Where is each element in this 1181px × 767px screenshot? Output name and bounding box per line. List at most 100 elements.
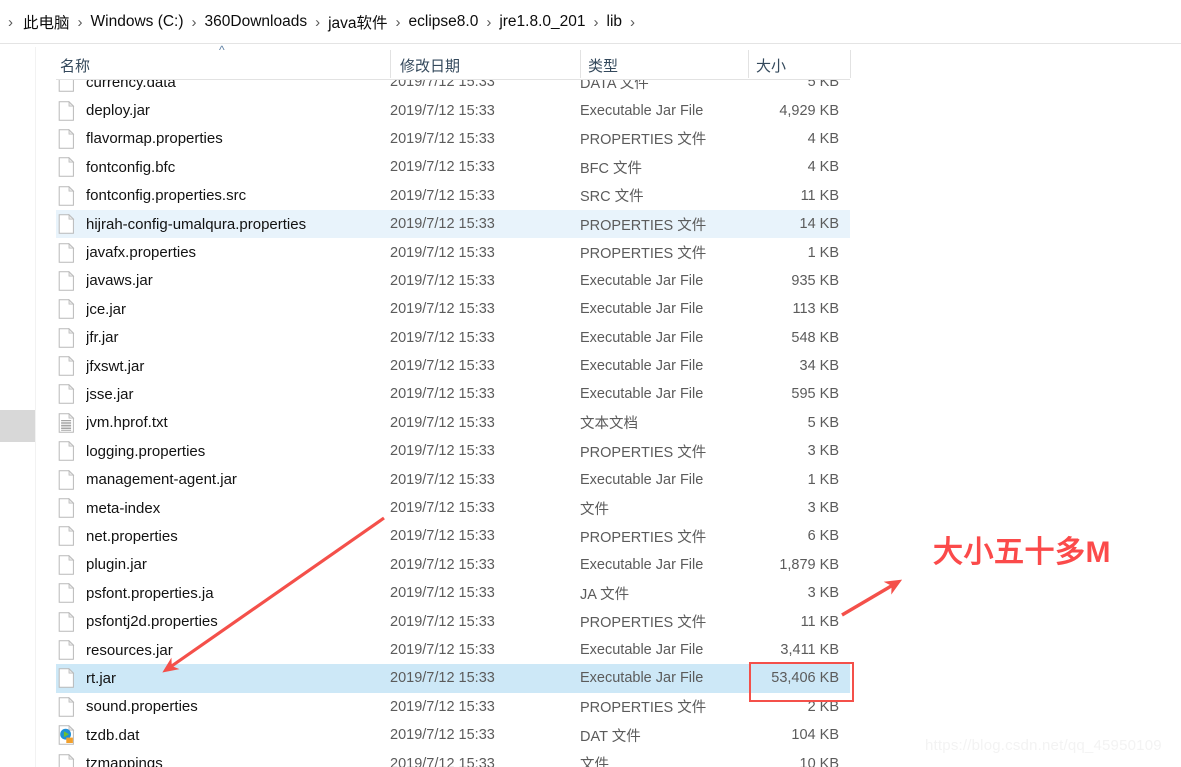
file-icon-cell (56, 611, 86, 632)
file-list[interactable]: currency.data 2019/7/12 15:33 DATA 文件 5 KB d… (0, 80, 1181, 767)
blank-file-icon (58, 157, 75, 178)
breadcrumb-divider (0, 43, 1181, 44)
blank-file-icon (58, 100, 75, 121)
file-modified-date: 2019/7/12 15:33 (390, 556, 495, 573)
file-modified-date: 2019/7/12 15:33 (390, 159, 495, 176)
file-type: 文件 (580, 757, 609, 767)
breadcrumb-item-1[interactable]: Windows (C:) (90, 11, 185, 33)
file-row[interactable]: plugin.jar 2019/7/12 15:33 Executable Jar … (56, 551, 850, 579)
file-row[interactable]: sound.properties 2019/7/12 15:33 PROPERTIE… (56, 693, 850, 721)
breadcrumb-item-4[interactable]: eclipse8.0 (408, 11, 480, 33)
breadcrumb-item-0[interactable]: 此电脑 (22, 9, 71, 35)
file-type: Executable Jar File (580, 556, 704, 573)
breadcrumb-separator: › (593, 13, 599, 31)
breadcrumb-item-3[interactable]: java软件 (327, 9, 388, 35)
file-row[interactable]: currency.data 2019/7/12 15:33 DATA 文件 5 KB (56, 80, 850, 96)
file-icon-cell (56, 554, 86, 575)
file-type: Executable Jar File (580, 642, 704, 658)
file-size: 3 KB (807, 443, 839, 460)
file-row[interactable]: hijrah-config-umalqura.properties 2019/7/… (56, 209, 850, 239)
file-type: Executable Jar File (580, 329, 704, 346)
file-modified-date: 2019/7/12 15:33 (390, 613, 495, 630)
file-size: 4 KB (807, 159, 839, 176)
file-row[interactable]: tzdb.dat 2019/7/12 15:33 DAT 文件 104 KB (56, 721, 850, 749)
column-divider-size[interactable] (850, 50, 851, 78)
file-row[interactable]: net.properties 2019/7/12 15:33 PROPERTIES … (56, 522, 850, 550)
file-icon-cell (56, 356, 86, 376)
file-name: plugin.jar (86, 556, 147, 574)
column-header-date[interactable]: 修改日期 (400, 47, 575, 80)
file-icon-cell (56, 128, 86, 149)
file-name: rt.jar (86, 669, 116, 687)
file-row[interactable]: jce.jar 2019/7/12 15:33 Executable Jar Fil… (56, 295, 850, 323)
file-row[interactable]: jfr.jar 2019/7/12 15:33 Executable Jar Fil… (56, 324, 850, 352)
file-row[interactable]: javaws.jar 2019/7/12 15:33 Executable Jar … (56, 267, 850, 295)
file-modified-date: 2019/7/12 15:33 (390, 443, 495, 460)
file-name: deploy.jar (86, 102, 150, 120)
file-icon-cell (56, 640, 86, 660)
file-type: PROPERTIES 文件 (580, 700, 707, 717)
breadcrumb[interactable]: › 此电脑 › Windows (C:) › 360Downloads › java软件 › ec… (0, 0, 1181, 44)
file-row[interactable]: jvm.hprof.txt 2019/7/12 15:33 文本文档 5 KB (56, 409, 850, 437)
file-row[interactable]: deploy.jar 2019/7/12 15:33 Executable Jar … (56, 96, 850, 124)
file-modified-date: 2019/7/12 15:33 (390, 358, 495, 375)
file-row[interactable]: logging.properties 2019/7/12 15:33 PROPERT… (56, 437, 850, 465)
file-size: 5 KB (807, 80, 839, 91)
file-name: currency.data (86, 80, 176, 91)
file-type: 文本文档 (580, 416, 638, 433)
file-row[interactable]: jsse.jar 2019/7/12 15:33 Executable Jar Fi… (56, 380, 850, 408)
breadcrumb-item-6[interactable]: lib (606, 11, 624, 33)
file-icon-cell (56, 384, 86, 405)
column-header-type[interactable]: 类型 (588, 47, 743, 80)
file-modified-date: 2019/7/12 15:33 (390, 585, 495, 602)
file-size: 4,929 KB (779, 102, 839, 119)
file-row[interactable]: management-agent.jar 2019/7/12 15:33 Execu… (56, 465, 850, 493)
file-size: 1,879 KB (779, 556, 839, 573)
file-name: management-agent.jar (86, 471, 237, 489)
file-row[interactable]: meta-index 2019/7/12 15:33 文件 3 KB (56, 494, 850, 522)
media-file-icon (58, 725, 75, 745)
file-icon-cell (56, 327, 86, 348)
file-type: DAT 文件 (580, 728, 641, 745)
column-header-size[interactable]: 大小 (756, 47, 846, 80)
column-divider-type[interactable] (748, 50, 749, 78)
file-row[interactable]: jfxswt.jar 2019/7/12 15:33 Executable Jar … (56, 352, 850, 380)
breadcrumb-item-5[interactable]: jre1.8.0_201 (498, 11, 586, 33)
file-icon-cell (56, 583, 86, 603)
file-row[interactable]: flavormap.properties 2019/7/12 15:33 PROPE… (56, 125, 850, 153)
blank-file-icon (58, 356, 75, 376)
file-size: 10 KB (799, 755, 840, 767)
column-divider-name[interactable] (390, 50, 391, 78)
text-document-icon (58, 412, 75, 433)
file-row[interactable]: fontconfig.properties.src 2019/7/12 15:33… (56, 182, 850, 210)
file-modified-date: 2019/7/12 15:33 (390, 102, 495, 119)
file-row[interactable]: rt.jar 2019/7/12 15:33 Executable Jar File… (56, 664, 850, 693)
file-row[interactable]: fontconfig.bfc 2019/7/12 15:33 BFC 文件 4 KB (56, 153, 850, 181)
file-row[interactable]: resources.jar 2019/7/12 15:33 Executable J… (56, 636, 850, 664)
blank-file-icon (58, 128, 75, 149)
file-row[interactable]: psfont.properties.ja 2019/7/12 15:33 JA 文件… (56, 579, 850, 607)
blank-file-icon (58, 668, 75, 689)
file-icon-cell (56, 80, 86, 92)
file-row[interactable]: psfontj2d.properties 2019/7/12 15:33 PROPE… (56, 607, 850, 635)
file-icon-cell (56, 299, 86, 320)
file-icon-cell (56, 412, 86, 433)
file-icon-cell (56, 270, 86, 291)
breadcrumb-item-2[interactable]: 360Downloads (204, 11, 309, 33)
file-modified-date: 2019/7/12 15:33 (390, 642, 495, 658)
file-icon-cell (56, 185, 86, 206)
file-row[interactable]: javafx.properties 2019/7/12 15:33 PROPERTI… (56, 238, 850, 266)
file-name: flavormap.properties (86, 130, 223, 148)
column-divider-date[interactable] (580, 50, 581, 78)
column-header-row[interactable]: 名称 修改日期 类型 大小 (0, 47, 1181, 80)
blank-file-icon (58, 498, 75, 518)
file-type: DATA 文件 (580, 80, 649, 92)
file-row[interactable]: tzmappings 2019/7/12 15:33 文件 10 KB (56, 749, 850, 767)
file-icon-cell (56, 725, 86, 745)
file-size: 6 KB (807, 528, 839, 545)
file-size: 14 KB (799, 216, 840, 233)
file-name: psfontj2d.properties (86, 613, 218, 631)
breadcrumb-separator: › (315, 13, 321, 31)
file-modified-date: 2019/7/12 15:33 (390, 755, 495, 767)
file-modified-date: 2019/7/12 15:33 (390, 670, 495, 687)
